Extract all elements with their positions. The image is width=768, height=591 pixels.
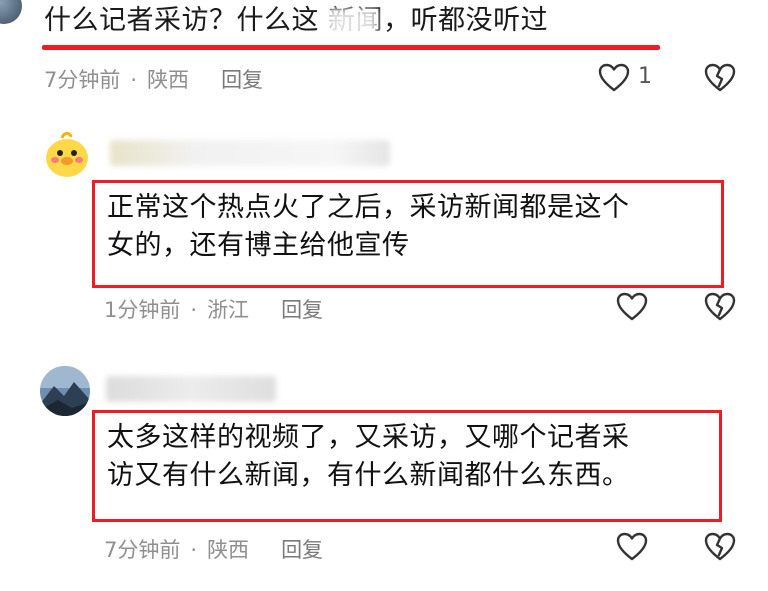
timestamp: 7分钟前 xyxy=(44,68,121,92)
comment-text-line: 访又有什么新闻，有什么新闻都什么东西。 xyxy=(107,460,630,491)
heart-outline-icon xyxy=(598,63,630,92)
reply-button[interactable]: 回复 xyxy=(281,298,323,322)
separator: · xyxy=(190,538,198,562)
highlight-underline xyxy=(42,45,660,50)
comment-meta: 7分钟前 · 陕西 回复 xyxy=(104,534,323,564)
dislike-button[interactable] xyxy=(704,292,736,322)
duck-avatar-icon xyxy=(46,131,88,177)
comment-text-line: 女的，还有博主给他宣传 xyxy=(107,230,410,261)
comment-meta: 1分钟前 · 浙江 回复 xyxy=(104,294,323,324)
like-count: 1 xyxy=(638,64,652,89)
username-blurred[interactable] xyxy=(106,376,276,402)
comment-text-line: 太多这样的视频了，又采访，又哪个记者采 xyxy=(107,422,630,453)
separator: · xyxy=(190,298,198,322)
avatar[interactable] xyxy=(0,0,22,24)
like-button[interactable] xyxy=(616,532,648,562)
username-blurred[interactable] xyxy=(110,140,390,166)
reply-button[interactable]: 回复 xyxy=(281,538,323,562)
dislike-button[interactable] xyxy=(704,532,736,562)
heart-outline-icon xyxy=(616,532,648,561)
reply-button[interactable]: 回复 xyxy=(221,68,263,92)
broken-heart-icon xyxy=(704,63,736,92)
mountain-avatar-icon xyxy=(40,366,90,416)
heart-outline-icon xyxy=(616,292,648,321)
location: 陕西 xyxy=(147,68,190,92)
timestamp: 7分钟前 xyxy=(104,538,181,562)
highlighted-comment-box: 正常这个热点火了之后，采访新闻都是这个 女的，还有博主给他宣传 xyxy=(92,180,724,288)
dislike-button[interactable] xyxy=(704,63,736,93)
timestamp: 1分钟前 xyxy=(104,298,181,322)
comment-text: 什么记者采访？什么这 新闻，听都没听过 xyxy=(44,5,549,36)
highlighted-comment-box: 太多这样的视频了，又采访，又哪个记者采 访又有什么新闻，有什么新闻都什么东西。 xyxy=(92,410,722,522)
like-button[interactable] xyxy=(598,63,630,93)
like-button[interactable] xyxy=(616,292,648,322)
separator: · xyxy=(130,68,138,92)
avatar[interactable] xyxy=(40,366,90,416)
avatar[interactable] xyxy=(42,128,92,178)
broken-heart-icon xyxy=(704,532,736,561)
blurred-text-overlay xyxy=(326,8,378,38)
location: 浙江 xyxy=(207,298,250,322)
comment-meta: 7分钟前 · 陕西 回复 xyxy=(44,64,263,94)
broken-heart-icon xyxy=(704,292,736,321)
comment-text-line: 正常这个热点火了之后，采访新闻都是这个 xyxy=(107,192,630,223)
location: 陕西 xyxy=(207,538,250,562)
